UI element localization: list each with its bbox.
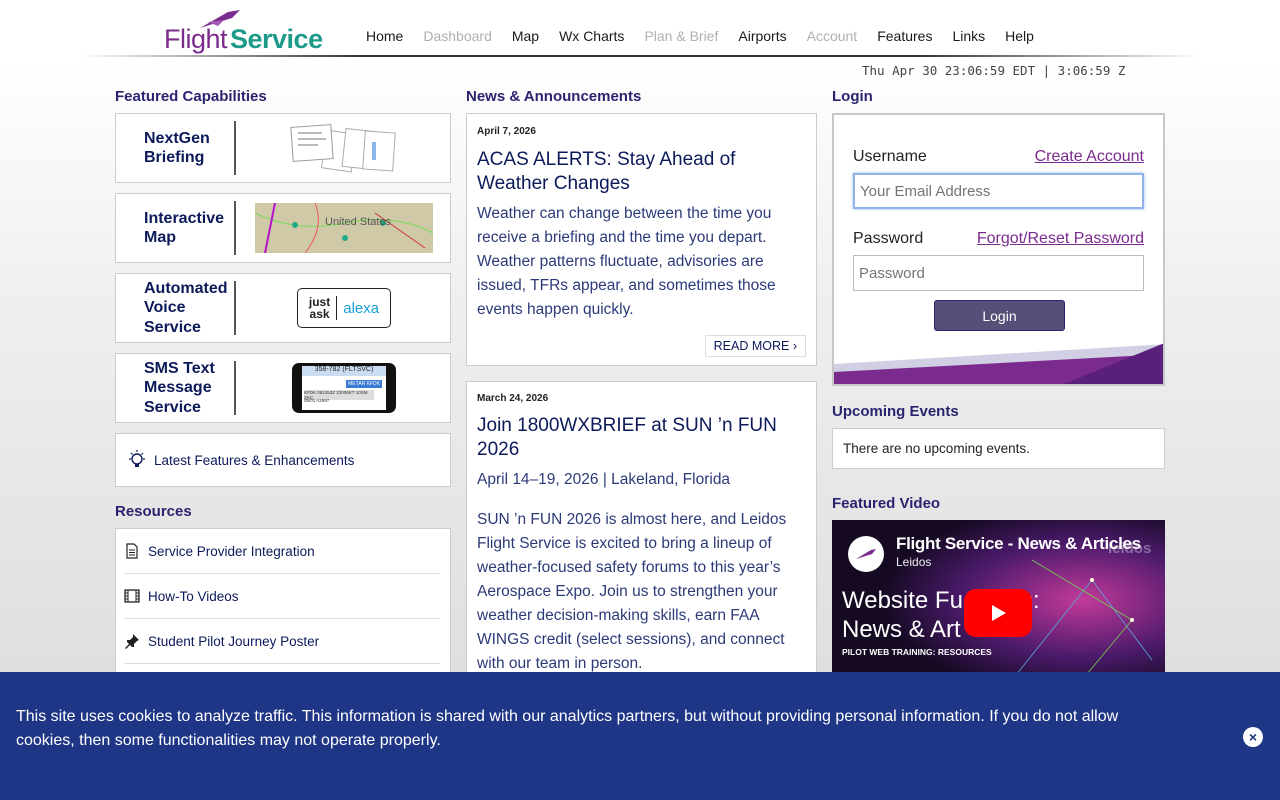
document-icon [126,543,138,559]
video-watermark: leidos [1108,540,1152,557]
nav-help[interactable]: Help [995,28,1044,44]
lightbulb-icon [129,450,145,467]
phone-thumbnail: 358-782 (FLTSVC) METAR KFDK KFDK 061353Z… [244,360,444,416]
read-more-label: READ MORE [713,339,790,353]
latest-features-link[interactable]: Latest Features & Enhancements [115,433,451,487]
capability-divider [234,281,236,335]
briefing-thumbnail [244,120,444,176]
clock-readout: Thu Apr 30 23:06:59 EDT | 3:06:59 Z [862,63,1126,78]
channel-avatar[interactable] [848,536,884,572]
film-icon [124,589,140,603]
nav-account[interactable]: Account [797,28,868,44]
phone-number-text: 358-782 (FLTSVC) [302,366,386,376]
featured-capabilities-title: Featured Capabilities [115,88,267,105]
news-date: March 24, 2026 [477,393,549,404]
capability-nextgen-briefing[interactable]: NextGen Briefing [115,113,451,183]
capability-automated-voice[interactable]: Automated Voice Service just ask alexa [115,273,451,343]
resource-how-to-videos[interactable]: How-To Videos [124,574,440,619]
upcoming-events-title: Upcoming Events [832,403,959,420]
flight-service-logo[interactable]: Flight Service [164,8,324,54]
capability-sms-text[interactable]: SMS Text Message Service 358-782 (FLTSVC… [115,353,451,423]
news-subtitle: April 14–19, 2026 | Lakeland, Florida [477,471,731,488]
nav-wx-charts[interactable]: Wx Charts [549,28,634,44]
alexa-text: alexa [343,299,380,317]
site-header: Flight Service Home Dashboard Map Wx Cha… [0,0,1280,58]
video-caption: PILOT WEB TRAINING: RESOURCES [842,647,992,657]
ask-text: ask [309,307,330,321]
resource-student-pilot-poster[interactable]: Student Pilot Journey Poster [124,619,440,664]
capability-label: NextGen Briefing [144,129,210,167]
video-title[interactable]: Flight Service - News & Articles [896,534,1141,554]
capability-label: Interactive Map [144,209,225,247]
nav-airports[interactable]: Airports [728,28,796,44]
play-icon [992,605,1006,621]
featured-video-title: Featured Video [832,495,941,512]
news-body: Weather can change between the time you … [477,205,776,318]
latest-features-label: Latest Features & Enhancements [154,452,355,468]
pushpin-icon [125,634,139,649]
news-card-sun-n-fun: March 24, 2026 Join 1800WXBRIEF at SUN ’… [466,381,817,701]
news-card-acas: April 7, 2026 ACAS ALERTS: Stay Ahead of… [466,113,817,366]
header-divider [80,55,1200,57]
news-title: News & Announcements [466,88,642,105]
nav-dashboard[interactable]: Dashboard [413,28,502,44]
news-body: SUN ’n FUN 2026 is almost here, and Leid… [477,511,787,672]
chevron-right-icon: › [792,339,797,353]
login-title: Login [832,88,873,105]
video-channel: Leidos [896,555,932,569]
create-account-link[interactable]: Create Account [1035,148,1144,166]
capability-label: Automated Voice Service [144,279,228,336]
username-input[interactable] [853,173,1144,209]
forgot-password-link[interactable]: Forgot/Reset Password [977,230,1144,248]
main-nav: Home Dashboard Map Wx Charts Plan & Brie… [356,28,1044,44]
read-more-button[interactable]: READ MORE › [704,335,806,357]
username-label: Username [853,148,927,165]
capability-label: SMS Text Message Service [144,359,215,416]
login-decoration [834,343,1163,384]
nav-features[interactable]: Features [867,28,942,44]
news-date: April 7, 2026 [477,126,536,137]
featured-video-player[interactable]: Flight Service - News & Articles Leidos … [832,520,1165,680]
plane-logo-icon [856,549,876,559]
password-label: Password [853,230,924,247]
resources-list: Service Provider Integration How-To Vide… [115,528,451,688]
nav-home[interactable]: Home [356,28,413,44]
cookie-message: This site uses cookies to analyze traffi… [16,708,1119,749]
close-icon: × [1248,729,1258,745]
news-headline[interactable]: ACAS ALERTS: Stay Ahead of Weather Chang… [477,148,807,195]
alexa-badge: just ask alexa [244,280,444,336]
login-panel: Username Create Account Password Forgot/… [832,113,1165,386]
resource-label: Service Provider Integration [148,543,315,559]
capability-divider [234,121,236,175]
nav-links[interactable]: Links [942,28,995,44]
capability-interactive-map[interactable]: Interactive Map United States [115,193,451,263]
capability-divider [234,201,236,255]
cookie-banner: This site uses cookies to analyze traffi… [0,672,1280,800]
map-thumbnail: United States [244,200,444,256]
resource-label: Student Pilot Journey Poster [148,633,320,649]
resource-service-provider[interactable]: Service Provider Integration [124,529,440,574]
phone-line2-text: 05/01 A2997 [304,398,330,403]
password-input[interactable] [853,255,1144,291]
resource-label: How-To Videos [148,588,239,604]
youtube-play-button[interactable] [964,589,1032,637]
logo-text-flight: Flight [164,24,228,54]
capability-divider [234,361,236,415]
upcoming-events-box: There are no upcoming events. [832,428,1165,469]
close-cookie-button[interactable]: × [1243,727,1263,747]
resources-title: Resources [115,503,192,520]
nav-plan-brief[interactable]: Plan & Brief [634,28,728,44]
logo-text-service: Service [230,24,323,54]
news-headline[interactable]: Join 1800WXBRIEF at SUN ’n FUN 2026 [477,414,807,461]
nav-map[interactable]: Map [502,28,549,44]
map-label-text: United States [325,216,392,228]
phone-tag-text: METAR KFDK [346,380,382,388]
